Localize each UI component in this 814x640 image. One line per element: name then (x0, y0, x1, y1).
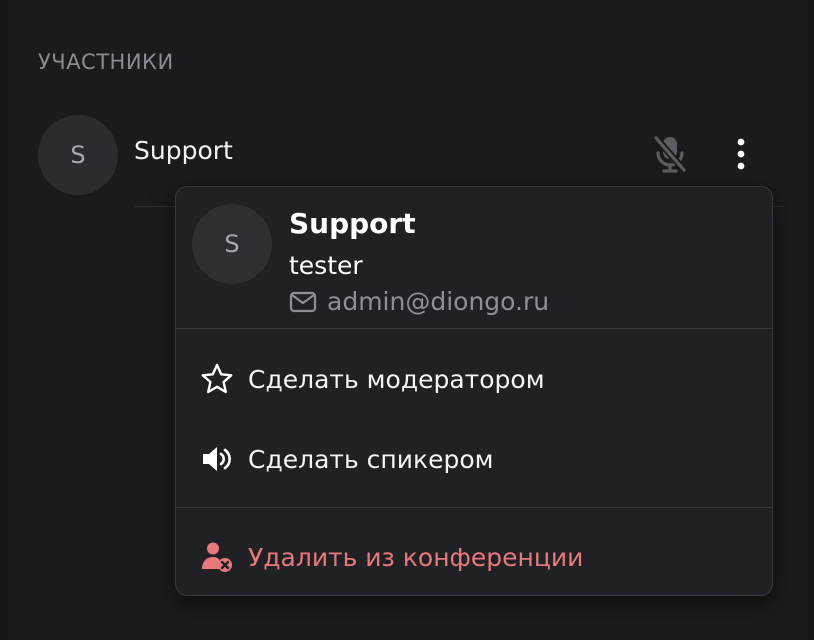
more-vertical-icon (737, 138, 745, 170)
user-remove-icon (200, 540, 234, 574)
menu-divider (176, 328, 772, 329)
participant-avatar: S (38, 115, 118, 195)
participant-name: Support (134, 136, 233, 165)
speaker-icon (200, 442, 234, 476)
mail-icon (289, 291, 317, 312)
participant-context-menu: S Support tester admin@diongo.ru Сделать… (175, 186, 773, 596)
make-speaker-menu-item[interactable]: Сделать спикером (176, 429, 772, 489)
more-options-button[interactable] (726, 132, 756, 176)
star-icon (200, 362, 234, 396)
menu-user-name: Support (289, 207, 416, 240)
remove-from-conference-label: Удалить из конференции (248, 542, 584, 572)
make-moderator-label: Сделать модератором (248, 364, 545, 394)
participants-section-title: УЧАСТНИКИ (38, 50, 174, 74)
menu-email-row: admin@diongo.ru (289, 287, 549, 316)
microphone-muted-icon (652, 134, 688, 174)
menu-user-email: admin@diongo.ru (327, 287, 550, 316)
mute-toggle-button[interactable] (650, 132, 690, 176)
make-speaker-label: Сделать спикером (248, 444, 494, 474)
make-moderator-menu-item[interactable]: Сделать модератором (176, 349, 772, 409)
menu-avatar: S (192, 204, 272, 284)
menu-user-role: tester (289, 251, 363, 280)
remove-from-conference-menu-item[interactable]: Удалить из конференции (176, 527, 772, 587)
menu-divider (176, 507, 772, 508)
